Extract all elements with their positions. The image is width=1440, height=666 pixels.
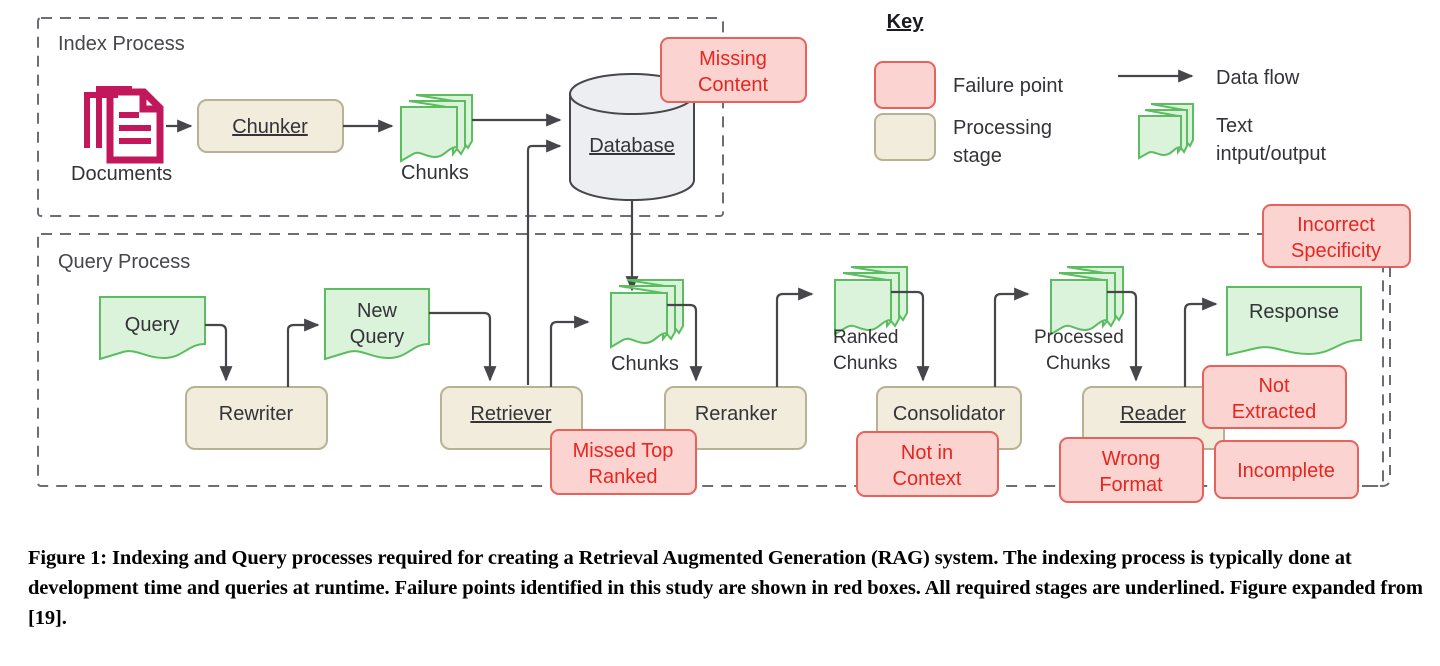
- chunks-query-label: Chunks: [611, 353, 679, 375]
- new-query-text-shape: New Query: [324, 288, 430, 361]
- rag-pipeline-diagram: Index Process Query Process Documents Ch…: [0, 0, 1440, 520]
- processed-chunks-line2: Chunks: [1046, 353, 1110, 374]
- key-swatch-failure-point: [874, 61, 936, 109]
- response-label: Response: [1249, 301, 1339, 323]
- failure-not-in-context-line1: Not in: [901, 442, 953, 464]
- figure-caption: Figure 1: Indexing and Query processes r…: [28, 547, 1423, 629]
- failure-missing-content-line1: Missing: [699, 48, 767, 70]
- stage-reader-label: Reader: [1120, 403, 1186, 425]
- failure-incomplete[interactable]: Incomplete: [1214, 440, 1359, 499]
- stage-chunker[interactable]: Chunker: [197, 99, 344, 153]
- ranked-chunks-icon: [834, 266, 908, 336]
- failure-incorrect-specificity-line1: Incorrect: [1297, 214, 1375, 236]
- new-query-line2: Query: [350, 326, 404, 348]
- query-label: Query: [125, 314, 179, 336]
- key-text-io-line2: intput/output: [1216, 143, 1327, 165]
- failure-not-extracted-line1: Not: [1258, 375, 1290, 397]
- processed-chunks-icon: [1050, 266, 1124, 336]
- failure-missed-top-ranked[interactable]: Missed Top Ranked: [550, 429, 697, 495]
- failure-missed-top-ranked-line2: Ranked: [589, 466, 658, 488]
- documents-icon: [84, 86, 164, 164]
- documents-label: Documents: [71, 163, 172, 185]
- chunks-index-icon: [400, 94, 473, 163]
- key-text-io-line1: Text: [1216, 115, 1253, 137]
- failure-incorrect-specificity-line2: Specificity: [1291, 240, 1381, 262]
- chunks-index-label: Chunks: [401, 162, 469, 184]
- failure-not-extracted[interactable]: Not Extracted: [1202, 365, 1347, 429]
- response-text-shape: Response: [1226, 286, 1362, 357]
- key-legend: Key Failure point Processing stage Data …: [874, 11, 1327, 167]
- new-query-line1: New: [357, 300, 398, 322]
- failure-wrong-format[interactable]: Wrong Format: [1059, 437, 1204, 503]
- failure-wrong-format-line2: Format: [1099, 474, 1163, 496]
- failure-missing-content[interactable]: Missing Content: [660, 37, 807, 103]
- database-label: Database: [589, 135, 675, 157]
- ranked-chunks-line1: Ranked: [833, 327, 899, 348]
- stage-chunker-label: Chunker: [232, 116, 308, 138]
- failure-not-extracted-line2: Extracted: [1232, 401, 1316, 423]
- chunks-query-icon: [610, 279, 684, 349]
- key-swatch-processing-stage: [874, 113, 936, 161]
- ranked-chunks-line2: Chunks: [833, 353, 897, 374]
- stage-rewriter-label: Rewriter: [219, 403, 294, 425]
- failure-missed-top-ranked-line1: Missed Top: [573, 440, 674, 462]
- failure-not-in-context-line2: Context: [893, 468, 962, 490]
- query-process-title: Query Process: [58, 251, 190, 273]
- key-processing-stage-line2: stage: [953, 145, 1002, 167]
- failure-incomplete-label: Incomplete: [1237, 460, 1335, 482]
- index-process-title: Index Process: [58, 33, 185, 55]
- failure-incorrect-specificity[interactable]: Incorrect Specificity: [1262, 204, 1411, 268]
- stage-consolidator-label: Consolidator: [893, 403, 1006, 425]
- stage-retriever-label: Retriever: [470, 403, 551, 425]
- key-processing-stage-line1: Processing: [953, 117, 1052, 139]
- processed-chunks-line1: Processed: [1034, 327, 1124, 348]
- stage-rewriter[interactable]: Rewriter: [185, 386, 328, 450]
- failure-missing-content-line2: Content: [698, 74, 768, 96]
- failure-wrong-format-line1: Wrong: [1102, 448, 1161, 470]
- stage-reranker-label: Reranker: [695, 403, 778, 425]
- query-text-shape: Query: [99, 296, 206, 361]
- key-failure-point-label: Failure point: [953, 75, 1064, 97]
- key-data-flow-label: Data flow: [1216, 67, 1300, 89]
- failure-not-in-context[interactable]: Not in Context: [856, 431, 999, 497]
- key-title: Key: [887, 11, 925, 33]
- key-swatch-text-io: [1138, 103, 1194, 160]
